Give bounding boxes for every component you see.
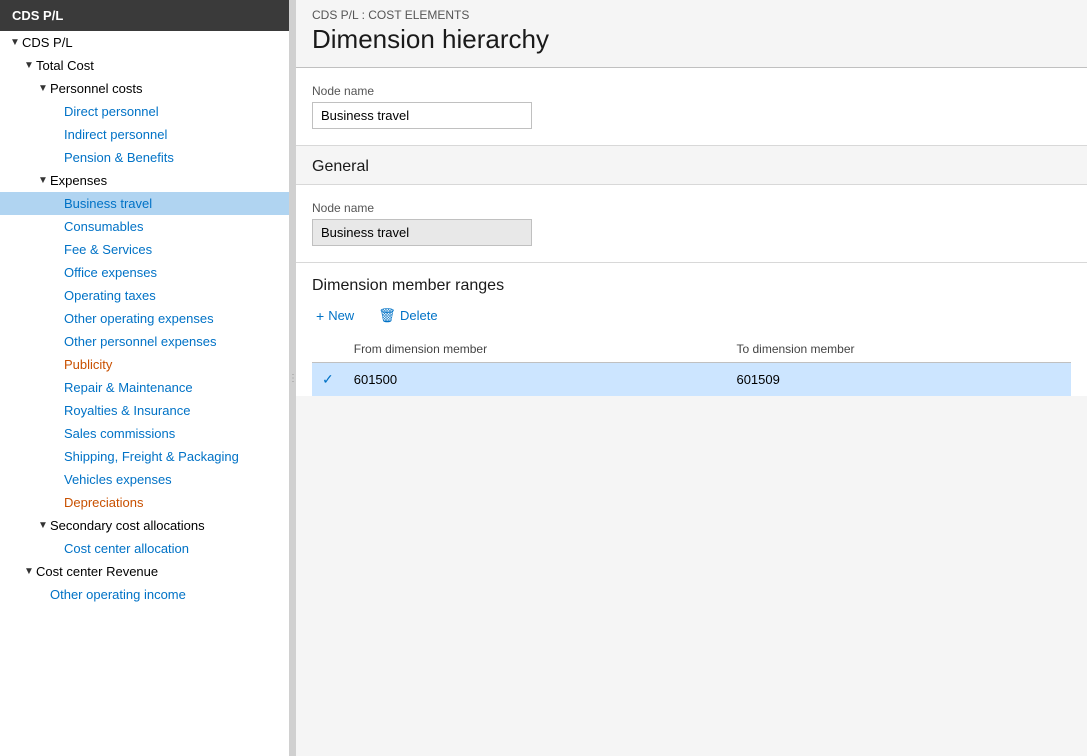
main-content: CDS P/L : COST ELEMENTS Dimension hierar… [296,0,1087,756]
dimension-table: From dimension member To dimension membe… [312,336,1071,396]
sidebar-item-shipping-freight[interactable]: Shipping, Freight & Packaging [0,445,289,468]
sidebar-item-personnel-costs[interactable]: ▼Personnel costs [0,77,289,100]
sidebar-item-depreciations[interactable]: Depreciations [0,491,289,514]
sidebar-item-cost-center-revenue[interactable]: ▼Cost center Revenue [0,560,289,583]
sidebar-item-consumables[interactable]: Consumables [0,215,289,238]
sidebar-item-label: Repair & Maintenance [64,380,193,395]
sidebar-item-other-operating-income[interactable]: Other operating income [0,583,289,606]
general-field-label: Node name [312,201,1071,215]
sidebar-item-other-personnel-expenses[interactable]: Other personnel expenses [0,330,289,353]
sidebar-item-sales-commissions[interactable]: Sales commissions [0,422,289,445]
sidebar-item-office-expenses[interactable]: Office expenses [0,261,289,284]
row-to: 601509 [726,363,1071,397]
sidebar-item-label: Sales commissions [64,426,175,441]
top-node-name-input[interactable] [312,102,532,129]
delete-label: Delete [400,308,438,323]
sidebar-item-label: Operating taxes [64,288,156,303]
row-from: 601500 [344,363,727,397]
sidebar-item-label: Direct personnel [64,104,159,119]
tree-container: ▼CDS P/L▼Total Cost▼Personnel costsDirec… [0,31,289,606]
collapse-icon[interactable]: ▼ [22,566,36,577]
sidebar-item-label: Depreciations [64,495,144,510]
sidebar-item-label: Shipping, Freight & Packaging [64,449,239,464]
sidebar-item-label: Other operating expenses [64,311,214,326]
checkmark-icon: ✓ [322,371,334,387]
collapse-icon[interactable]: ▼ [36,175,50,186]
sidebar-item-label: Other personnel expenses [64,334,216,349]
sidebar-item-fee-services[interactable]: Fee & Services [0,238,289,261]
sidebar-item-label: Fee & Services [64,242,152,257]
plus-icon: + [316,308,324,324]
sidebar-item-label: Royalties & Insurance [64,403,190,418]
sidebar-item-label: Secondary cost allocations [50,518,205,533]
delete-button[interactable]: 🗑 Delete [374,305,441,326]
dimension-section-title: Dimension member ranges [312,263,1071,305]
general-section-title: General [296,146,1087,185]
sidebar-item-other-operating-expenses[interactable]: Other operating expenses [0,307,289,330]
sidebar-item-label: Indirect personnel [64,127,167,142]
sidebar-item-label: Vehicles expenses [64,472,172,487]
collapse-icon[interactable]: ▼ [8,37,22,48]
table-body: ✓ 601500601509 [312,363,1071,397]
sidebar-item-label: Personnel costs [50,81,143,96]
sidebar-item-business-travel[interactable]: Business travel [0,192,289,215]
sidebar-item-secondary-cost[interactable]: ▼Secondary cost allocations [0,514,289,537]
new-label: New [328,308,354,323]
table-header-row: From dimension member To dimension membe… [312,336,1071,363]
sidebar-item-publicity[interactable]: Publicity [0,353,289,376]
top-field-label: Node name [312,84,1071,98]
sidebar-item-label: Pension & Benefits [64,150,174,165]
row-check: ✓ [312,363,344,397]
col-to: To dimension member [726,336,1071,363]
sidebar-item-expenses[interactable]: ▼Expenses [0,169,289,192]
sidebar-item-operating-taxes[interactable]: Operating taxes [0,284,289,307]
sidebar-item-label: CDS P/L [22,35,73,50]
sidebar-item-label: Consumables [64,219,144,234]
sidebar-item-label: Publicity [64,357,112,372]
sidebar-item-vehicles-expenses[interactable]: Vehicles expenses [0,468,289,491]
col-check [312,336,344,363]
general-node-name-input[interactable] [312,219,532,246]
sidebar-item-repair-maintenance[interactable]: Repair & Maintenance [0,376,289,399]
page-title: Dimension hierarchy [296,24,1087,68]
sidebar-item-label: Total Cost [36,58,94,73]
sidebar-item-total-cost[interactable]: ▼Total Cost [0,54,289,77]
collapse-icon[interactable]: ▼ [36,83,50,94]
collapse-icon[interactable]: ▼ [36,520,50,531]
sidebar: CDS P/L ▼CDS P/L▼Total Cost▼Personnel co… [0,0,290,756]
col-from: From dimension member [344,336,727,363]
breadcrumb: CDS P/L : COST ELEMENTS [296,0,1087,24]
dimension-section: Dimension member ranges + New 🗑 Delete F… [296,263,1087,396]
sidebar-item-label: Cost center Revenue [36,564,158,579]
sidebar-item-label: Cost center allocation [64,541,189,556]
sidebar-item-label: Other operating income [50,587,186,602]
sidebar-item-cost-center-allocation[interactable]: Cost center allocation [0,537,289,560]
sidebar-item-royalties-insurance[interactable]: Royalties & Insurance [0,399,289,422]
sidebar-item-label: Expenses [50,173,107,188]
sidebar-item-indirect-personnel[interactable]: Indirect personnel [0,123,289,146]
sidebar-item-cds-pl[interactable]: ▼CDS P/L [0,31,289,54]
new-button[interactable]: + New [312,306,358,326]
general-section: Node name [296,185,1087,263]
toolbar: + New 🗑 Delete [312,305,1071,326]
top-section: Node name [296,68,1087,146]
table-row[interactable]: ✓ 601500601509 [312,363,1071,397]
delete-icon: 🗑 [378,307,396,324]
collapse-icon[interactable]: ▼ [22,60,36,71]
sidebar-item-label: Business travel [64,196,152,211]
sidebar-item-pension-benefits[interactable]: Pension & Benefits [0,146,289,169]
sidebar-header: CDS P/L [0,0,289,31]
sidebar-item-direct-personnel[interactable]: Direct personnel [0,100,289,123]
sidebar-item-label: Office expenses [64,265,157,280]
